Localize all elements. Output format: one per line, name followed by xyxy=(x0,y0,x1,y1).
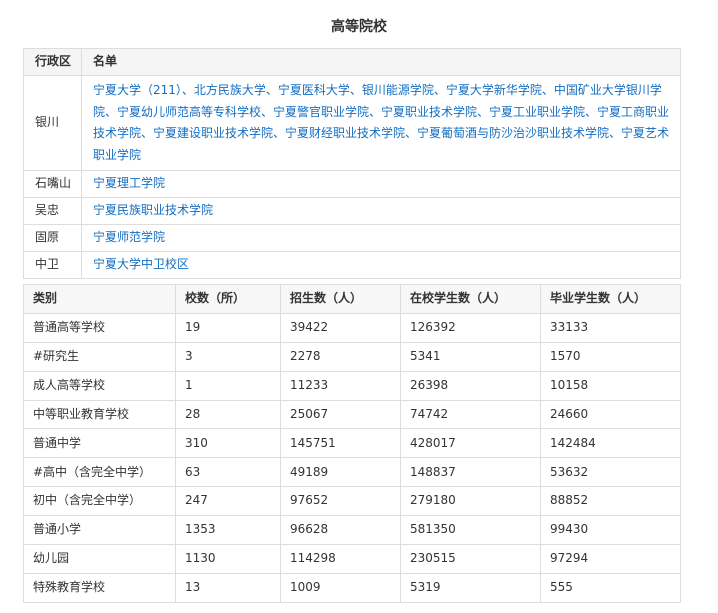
enrollment-cell: 114298 xyxy=(280,544,401,574)
category-cell: 普通小学 xyxy=(23,515,176,546)
education-stats-table: 类别 校数（所） 招生数（人） 在校学生数（人） 毕业学生数（人） 普通高等学校… xyxy=(23,284,681,603)
students-cell: 581350 xyxy=(400,515,541,546)
enrollment-cell: 49189 xyxy=(280,457,401,488)
region-cell: 中卫 xyxy=(23,251,82,279)
enrollment-cell: 11233 xyxy=(280,370,401,401)
institution-links[interactable]: 宁夏民族职业技术学院 xyxy=(81,197,681,225)
category-cell: 特殊教育学校 xyxy=(23,572,176,603)
category-cell: 初中（含完全中学） xyxy=(23,486,176,517)
graduates-cell: 88852 xyxy=(540,486,681,517)
schools-cell: 28 xyxy=(175,399,281,430)
region-cell: 吴忠 xyxy=(23,197,82,225)
table-row: 石嘴山 宁夏理工学院 xyxy=(23,170,681,198)
region-cell: 银川 xyxy=(23,75,82,171)
graduates-cell: 33133 xyxy=(540,312,681,343)
graduates-cell: 24660 xyxy=(540,399,681,430)
column-header-schools: 校数（所） xyxy=(175,284,281,314)
table-row: 中卫 宁夏大学中卫校区 xyxy=(23,251,681,279)
category-cell: 中等职业教育学校 xyxy=(23,399,176,430)
graduates-cell: 99430 xyxy=(540,515,681,546)
schools-cell: 3 xyxy=(175,341,281,372)
students-cell: 230515 xyxy=(400,544,541,574)
enrollment-cell: 39422 xyxy=(280,312,401,343)
students-cell: 26398 xyxy=(400,370,541,401)
graduates-cell: 10158 xyxy=(540,370,681,401)
table-row: 特殊教育学校 13 1009 5319 555 xyxy=(23,572,681,603)
category-cell: 普通高等学校 xyxy=(23,312,176,343)
table-header-row: 类别 校数（所） 招生数（人） 在校学生数（人） 毕业学生数（人） xyxy=(23,284,681,314)
table-row: 固原 宁夏师范学院 xyxy=(23,224,681,252)
schools-cell: 310 xyxy=(175,428,281,459)
enrollment-cell: 145751 xyxy=(280,428,401,459)
institutions-table: 行政区 名单 银川 宁夏大学（211）、北方民族大学、宁夏医科大学、银川能源学院… xyxy=(23,48,681,279)
table-row: 普通小学 1353 96628 581350 99430 xyxy=(23,515,681,546)
institution-links[interactable]: 宁夏大学（211）、北方民族大学、宁夏医科大学、银川能源学院、宁夏大学新华学院、… xyxy=(81,75,681,171)
enrollment-cell: 2278 xyxy=(280,341,401,372)
column-header-graduates: 毕业学生数（人） xyxy=(540,284,681,314)
category-cell: 普通中学 xyxy=(23,428,176,459)
students-cell: 5319 xyxy=(400,572,541,603)
institution-links[interactable]: 宁夏大学中卫校区 xyxy=(81,251,681,279)
category-cell: #研究生 xyxy=(23,341,176,372)
table-row: 吴忠 宁夏民族职业技术学院 xyxy=(23,197,681,225)
page-title: 高等院校 xyxy=(331,19,387,35)
schools-cell: 1130 xyxy=(175,544,281,574)
enrollment-cell: 1009 xyxy=(280,572,401,603)
category-cell: 成人高等学校 xyxy=(23,370,176,401)
graduates-cell: 53632 xyxy=(540,457,681,488)
table-header-row: 行政区 名单 xyxy=(23,48,681,76)
schools-cell: 63 xyxy=(175,457,281,488)
schools-cell: 247 xyxy=(175,486,281,517)
column-header-region: 行政区 xyxy=(23,48,82,76)
table-row: 中等职业教育学校 28 25067 74742 24660 xyxy=(23,399,681,430)
graduates-cell: 1570 xyxy=(540,341,681,372)
table-row: 普通高等学校 19 39422 126392 33133 xyxy=(23,312,681,343)
column-header-names: 名单 xyxy=(81,48,681,76)
schools-cell: 1 xyxy=(175,370,281,401)
table-row: 成人高等学校 1 11233 26398 10158 xyxy=(23,370,681,401)
table-row: 幼儿园 1130 114298 230515 97294 xyxy=(23,544,681,574)
region-cell: 石嘴山 xyxy=(23,170,82,198)
column-header-category: 类别 xyxy=(23,284,176,314)
graduates-cell: 555 xyxy=(540,572,681,603)
enrollment-cell: 96628 xyxy=(280,515,401,546)
schools-cell: 19 xyxy=(175,312,281,343)
institution-links[interactable]: 宁夏理工学院 xyxy=(81,170,681,198)
students-cell: 74742 xyxy=(400,399,541,430)
students-cell: 5341 xyxy=(400,341,541,372)
table-row: 银川 宁夏大学（211）、北方民族大学、宁夏医科大学、银川能源学院、宁夏大学新华… xyxy=(23,75,681,171)
column-header-students: 在校学生数（人） xyxy=(400,284,541,314)
column-header-enrollment: 招生数（人） xyxy=(280,284,401,314)
table-row: #研究生 3 2278 5341 1570 xyxy=(23,341,681,372)
graduates-cell: 97294 xyxy=(540,544,681,574)
schools-cell: 13 xyxy=(175,572,281,603)
category-cell: #高中（含完全中学） xyxy=(23,457,176,488)
graduates-cell: 142484 xyxy=(540,428,681,459)
category-cell: 幼儿园 xyxy=(23,544,176,574)
students-cell: 126392 xyxy=(400,312,541,343)
schools-cell: 1353 xyxy=(175,515,281,546)
table-row: 普通中学 310 145751 428017 142484 xyxy=(23,428,681,459)
institution-links[interactable]: 宁夏师范学院 xyxy=(81,224,681,252)
students-cell: 428017 xyxy=(400,428,541,459)
region-cell: 固原 xyxy=(23,224,82,252)
students-cell: 148837 xyxy=(400,457,541,488)
table-row: 初中（含完全中学） 247 97652 279180 88852 xyxy=(23,486,681,517)
enrollment-cell: 25067 xyxy=(280,399,401,430)
enrollment-cell: 97652 xyxy=(280,486,401,517)
students-cell: 279180 xyxy=(400,486,541,517)
table-row: #高中（含完全中学） 63 49189 148837 53632 xyxy=(23,457,681,488)
